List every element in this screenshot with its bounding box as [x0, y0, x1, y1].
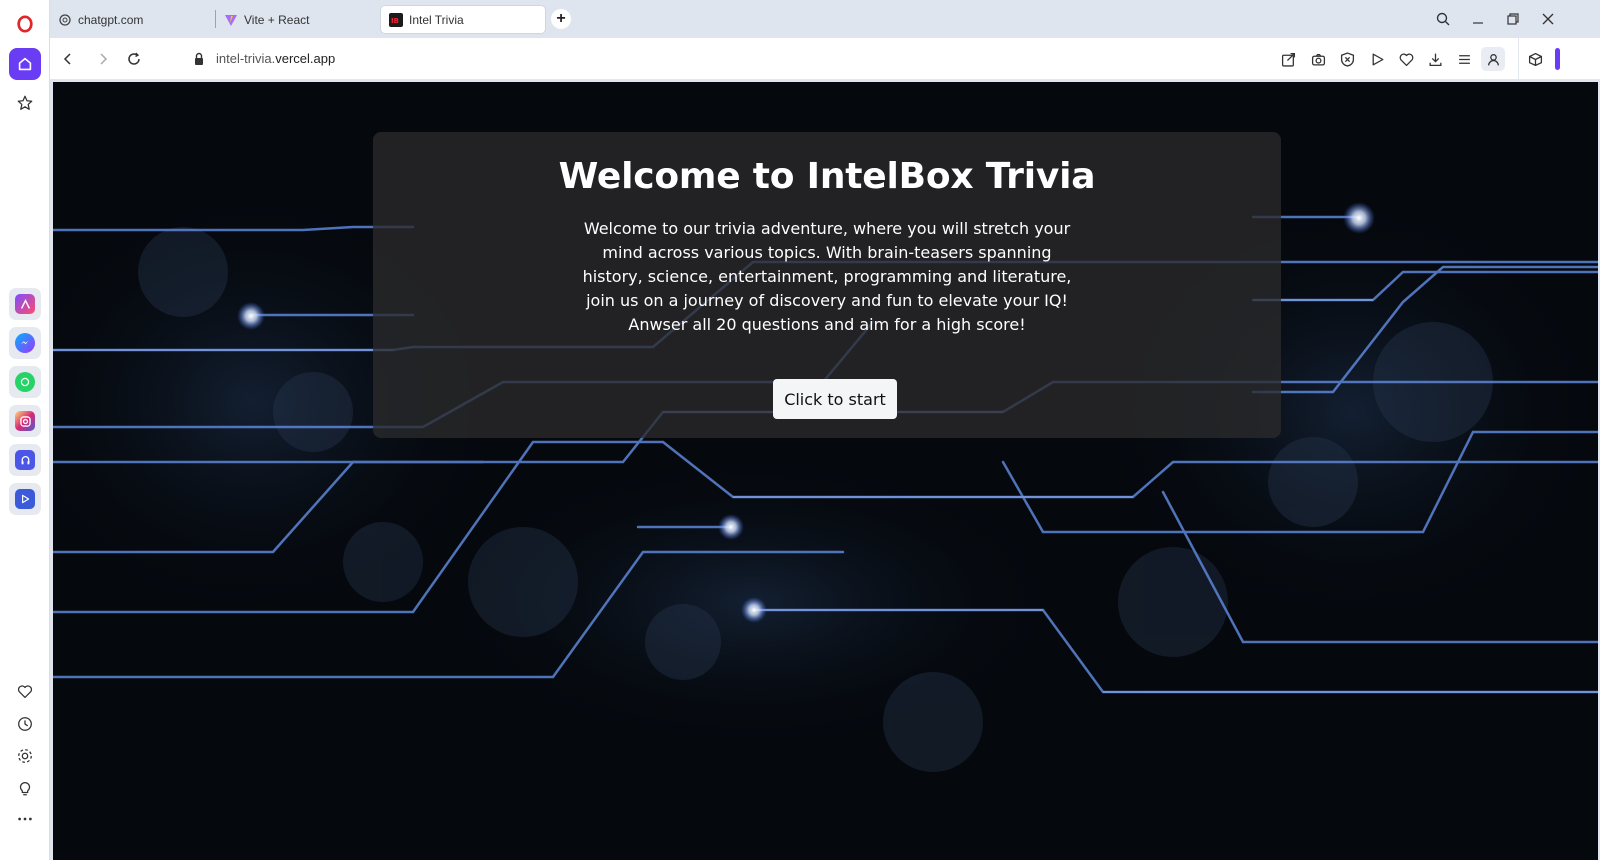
- address-bar: intel-trivia. vercel.app: [50, 38, 1600, 80]
- tab-label: Vite + React: [244, 12, 310, 27]
- home-icon[interactable]: [9, 48, 41, 80]
- vite-icon: [224, 13, 238, 27]
- tab-strip: chatgpt.com Vite + React IB Intel Trivia…: [50, 0, 1600, 38]
- history-icon[interactable]: [9, 708, 41, 740]
- back-icon[interactable]: [58, 49, 78, 69]
- star-icon[interactable]: [9, 87, 41, 119]
- toolbar-divider: [1518, 38, 1519, 80]
- lightbulb-icon[interactable]: [9, 772, 41, 804]
- browser-sidebar: [0, 0, 50, 860]
- tab-label: Intel Trivia: [409, 12, 464, 27]
- minimize-icon[interactable]: [1465, 6, 1491, 32]
- profile-icon[interactable]: [1481, 47, 1505, 71]
- tab-intel-trivia[interactable]: IB Intel Trivia: [381, 6, 545, 33]
- restore-icon[interactable]: [1500, 6, 1526, 32]
- lock-icon: [195, 52, 203, 65]
- music-player-icon[interactable]: [9, 444, 41, 476]
- page-viewport: Welcome to IntelBox Trivia Welcome to ou…: [53, 82, 1598, 860]
- easy-setup-icon[interactable]: [1454, 49, 1474, 69]
- svg-text:IB: IB: [391, 17, 399, 25]
- flow-icon[interactable]: [1367, 49, 1387, 69]
- tab-chatgpt[interactable]: chatgpt.com: [50, 6, 210, 33]
- download-icon[interactable]: [1425, 49, 1445, 69]
- welcome-card: Welcome to IntelBox Trivia Welcome to ou…: [373, 132, 1281, 438]
- aria-icon[interactable]: [9, 288, 41, 320]
- page-title: Welcome to IntelBox Trivia: [558, 156, 1096, 197]
- start-button[interactable]: Click to start: [773, 379, 897, 419]
- settings-icon[interactable]: [9, 740, 41, 772]
- camera-icon[interactable]: [1308, 49, 1328, 69]
- forward-icon[interactable]: [93, 49, 113, 69]
- more-icon[interactable]: [9, 803, 41, 835]
- adblock-icon[interactable]: [1337, 49, 1357, 69]
- intelbox-icon: IB: [389, 12, 403, 27]
- sidebar-panel-indicator[interactable]: [1555, 48, 1560, 70]
- tab-vite-react[interactable]: Vite + React: [216, 6, 376, 33]
- url-field[interactable]: intel-trivia. vercel.app: [192, 51, 335, 66]
- new-tab-button[interactable]: +: [551, 9, 571, 29]
- tab-label: chatgpt.com: [78, 12, 144, 27]
- url-domain: vercel.app: [275, 51, 336, 66]
- messenger-icon[interactable]: [9, 327, 41, 359]
- heart-icon[interactable]: [9, 676, 41, 708]
- instagram-icon[interactable]: [9, 405, 41, 437]
- extensions-icon[interactable]: [1525, 49, 1545, 69]
- opera-logo-icon[interactable]: [9, 8, 41, 40]
- intro-text: Welcome to our trivia adventure, where y…: [582, 219, 1072, 334]
- chatgpt-icon: [58, 13, 72, 27]
- send-page-icon[interactable]: [1278, 49, 1298, 69]
- bookmark-heart-icon[interactable]: [1396, 49, 1416, 69]
- search-tabs-icon[interactable]: [1430, 6, 1456, 32]
- close-icon[interactable]: [1535, 6, 1561, 32]
- whatsapp-icon[interactable]: [9, 366, 41, 398]
- url-subdomain: intel-trivia.: [216, 51, 276, 66]
- reload-icon[interactable]: [124, 49, 144, 69]
- video-popout-icon[interactable]: [9, 483, 41, 515]
